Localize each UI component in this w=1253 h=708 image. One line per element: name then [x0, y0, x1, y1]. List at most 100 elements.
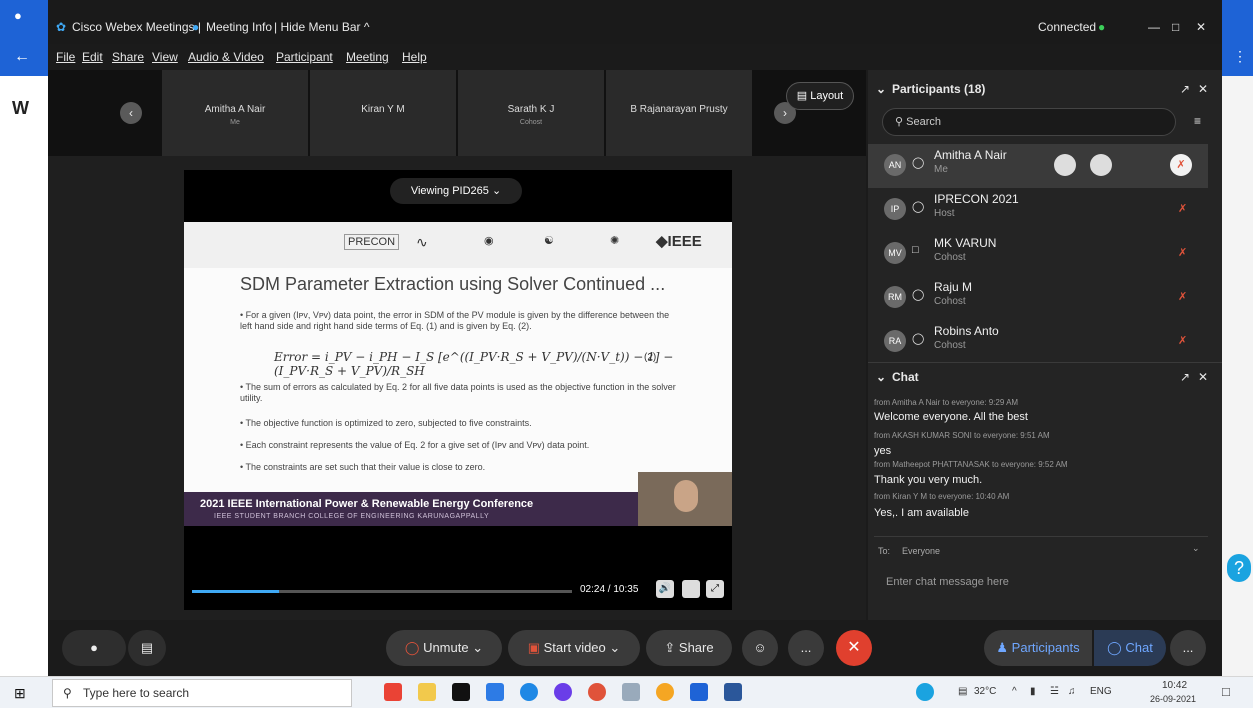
reactions-icon[interactable]: ☺ [742, 630, 778, 666]
menu-participant[interactable]: Participant [276, 50, 333, 64]
avatar: MV [884, 242, 906, 264]
tray-app-icon[interactable] [916, 683, 934, 701]
layout-label: Layout [810, 90, 844, 102]
playback-progress[interactable] [192, 590, 572, 593]
captions-icon[interactable] [682, 580, 700, 598]
app-icon[interactable] [622, 683, 640, 701]
more-options-button[interactable]: ... [788, 630, 824, 666]
collapse-chevron-icon[interactable]: ⌄ [876, 82, 886, 96]
notifications-icon[interactable]: □ [1222, 684, 1230, 699]
menu-meeting[interactable]: Meeting [346, 50, 389, 64]
chat-message: Welcome everyone. All the best [874, 411, 1028, 423]
chat-button[interactable]: ◯ Chat [1094, 630, 1166, 666]
menu-file[interactable]: File [56, 50, 75, 64]
file-explorer-icon[interactable] [418, 683, 436, 701]
menu-help[interactable]: Help [402, 50, 427, 64]
participant-row[interactable]: RA ◯ Robins Anto Cohost ✗ [868, 320, 1208, 364]
chrome-icon[interactable] [384, 683, 402, 701]
shared-content[interactable]: Viewing PID265 ⌄ PRECON ∿ ◉ ☯ ✺ ◆IEEE SD… [184, 170, 732, 610]
firefox-icon[interactable] [588, 683, 606, 701]
menu-dots-icon[interactable]: ⋮ [1233, 48, 1247, 65]
collapse-chevron-icon[interactable]: ⌄ [876, 370, 886, 384]
windows-start-icon[interactable]: ⊞ [14, 685, 26, 702]
popout-icon[interactable]: ↗ [1180, 82, 1190, 96]
logo-banner: PRECON ∿ ◉ ☯ ✺ ◆IEEE [184, 222, 732, 268]
back-arrow-icon[interactable]: ← [14, 48, 30, 66]
popout-icon[interactable]: ↗ [1180, 370, 1190, 384]
power-logo-icon: ∿ [416, 234, 428, 250]
participant-name: Amitha A Nair [934, 148, 1007, 162]
video-tile[interactable]: B Rajanarayan Prusty [606, 70, 752, 156]
page-letter: W [12, 98, 29, 118]
netflix-icon[interactable] [452, 683, 470, 701]
network-icon[interactable]: ☱ [1050, 686, 1059, 697]
unmute-button[interactable]: ◯ Unmute ⌄ [386, 630, 502, 666]
screen-icon: □ [912, 244, 919, 256]
more-panels-button[interactable]: ... [1170, 630, 1206, 666]
app-icon[interactable] [520, 683, 538, 701]
menu-view[interactable]: View [152, 50, 178, 64]
participant-row[interactable]: IP ◯ IPRECON 2021 Host ✗ [868, 188, 1208, 232]
participant-row[interactable]: AN ◯ Amitha A Nair Me ✗ [868, 144, 1208, 188]
tray-chevron-icon[interactable]: ^ [1012, 686, 1017, 697]
participant-role: Me [934, 164, 948, 175]
word-icon[interactable] [724, 683, 742, 701]
weather-icon: ▤ [958, 686, 968, 697]
video-tile[interactable]: Sarath K J Cohost [458, 70, 604, 156]
language-indicator[interactable]: ENG [1090, 686, 1112, 697]
tile-name: Amitha A Nair [204, 104, 266, 115]
participants-title: Participants (18) [892, 82, 986, 96]
menu-edit[interactable]: Edit [82, 50, 103, 64]
share-button[interactable]: ⇪ Share [646, 630, 732, 666]
fullscreen-icon[interactable]: ⤢ [706, 580, 724, 598]
layout-button[interactable]: ▤ Layout [786, 82, 854, 110]
thumbs-prev-button[interactable]: ‹ [120, 102, 142, 124]
volume-icon[interactable]: 🔊 [656, 580, 674, 598]
webex-taskbar-icon[interactable] [690, 683, 708, 701]
slide-equation: Error = i_PV − i_PH − I_S [e^((I_PV·R_S … [274, 350, 674, 378]
participants-button[interactable]: ♟ Participants [984, 630, 1092, 666]
menu-share[interactable]: Share [112, 50, 144, 64]
close-panel-icon[interactable]: ✕ [1198, 370, 1208, 384]
volume-icon[interactable]: ♫ [1068, 686, 1076, 697]
video-tile[interactable]: Amitha A Nair Me [162, 70, 308, 156]
hide-menu-bar-link[interactable]: | Hide Menu Bar ^ [274, 20, 369, 34]
mic-icon: ◯ [912, 157, 925, 169]
minimize-button[interactable]: — [1148, 20, 1160, 34]
chat-bubble-icon[interactable] [1090, 154, 1112, 176]
close-button[interactable]: ✕ [1196, 20, 1206, 34]
help-icon[interactable]: ? [1227, 554, 1251, 582]
ieee-logo: ◆IEEE [656, 233, 702, 250]
taskbar-search-input[interactable]: ⚲ Type here to search [52, 679, 352, 707]
chat-title: Chat [892, 370, 919, 384]
participants-label: Participants [1011, 640, 1080, 655]
close-panel-icon[interactable]: ✕ [1198, 82, 1208, 96]
maximize-button[interactable]: □ [1172, 20, 1179, 34]
raise-hand-icon[interactable] [1054, 154, 1076, 176]
app-icon[interactable] [656, 683, 674, 701]
start-video-button[interactable]: ▣ Start video ⌄ [508, 630, 640, 666]
video-tile[interactable]: Kiran Y M [310, 70, 456, 156]
menu-audio-video[interactable]: Audio & Video [188, 50, 264, 64]
mic-off-icon[interactable]: ✗ [1170, 154, 1192, 176]
leave-meeting-button[interactable]: ✕ [836, 630, 872, 666]
chat-message: Thank you very much. [874, 474, 983, 486]
webex-assistant-icon[interactable]: ● [62, 630, 126, 666]
recipient-selector[interactable]: To: Everyone ⌄ [874, 536, 1208, 562]
viewing-dropdown[interactable]: Viewing PID265 ⌄ [390, 178, 522, 204]
participant-row[interactable]: MV □ MK VARUN Cohost ✗ [868, 232, 1208, 276]
captions-button[interactable]: ▤ [128, 630, 166, 666]
participant-row[interactable]: RM ◯ Raju M Cohost ✗ [868, 276, 1208, 320]
vscode-icon[interactable] [486, 683, 504, 701]
share-label: Share [678, 640, 714, 655]
chat-input[interactable]: Enter chat message here [886, 576, 1009, 588]
avatar: RA [884, 330, 906, 352]
app-icon[interactable] [554, 683, 572, 701]
mic-off-icon: ✗ [1178, 247, 1188, 259]
meeting-info-link[interactable]: Meeting Info [206, 20, 272, 34]
start-video-label: Start video [543, 640, 606, 655]
participant-search-input[interactable]: ⚲ Search [882, 108, 1176, 136]
sort-list-icon[interactable]: ≡ [1194, 114, 1201, 128]
browser-left-strip: ● ← W [0, 0, 48, 676]
mic-off-icon: ✗ [1178, 335, 1188, 347]
